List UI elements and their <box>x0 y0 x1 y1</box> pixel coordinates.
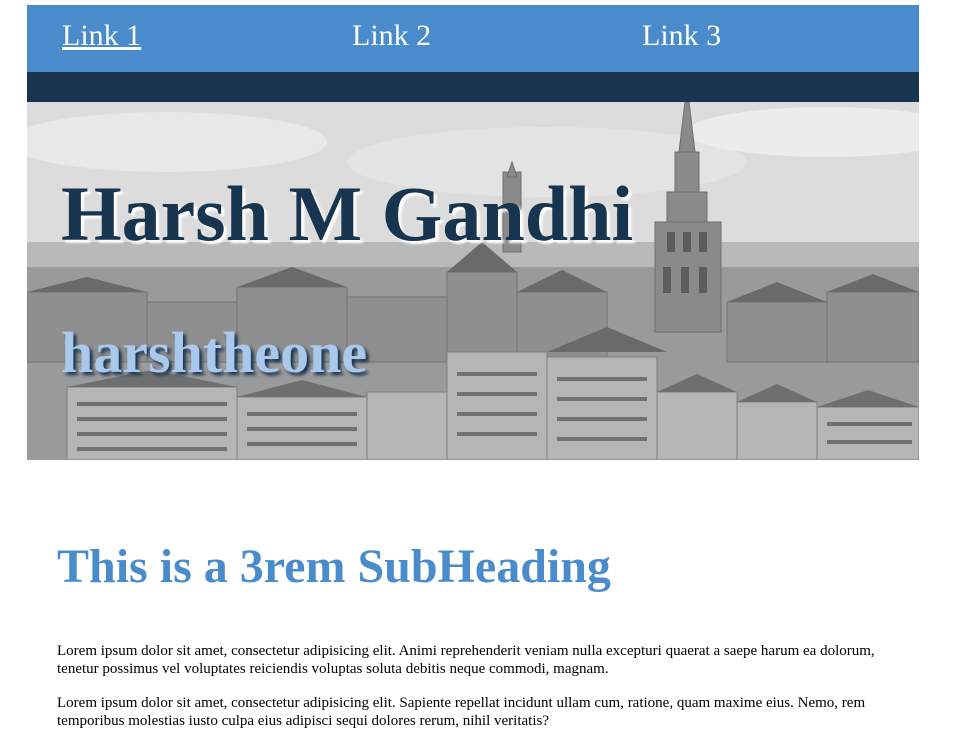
nav-underbar <box>27 72 919 102</box>
page-header: Link 1 Link 2 Link 3 Harsh M Gandhi hars… <box>27 5 919 460</box>
hero-subtitle: harshtheone <box>61 320 368 385</box>
nav-link-1[interactable]: Link 1 <box>62 21 141 51</box>
city-skyline-image <box>27 102 919 460</box>
hero-title: Harsh M Gandhi <box>61 170 634 257</box>
body-paragraph-2: Lorem ipsum dolor sit amet, consectetur … <box>57 695 866 729</box>
hero-banner: Harsh M Gandhi harshtheone <box>27 102 919 460</box>
nav-link-3[interactable]: Link 3 <box>642 21 721 51</box>
body-paragraph-1: Lorem ipsum dolor sit amet, consectetur … <box>57 643 875 677</box>
top-navigation: Link 1 Link 2 Link 3 <box>27 5 919 72</box>
nav-link-2[interactable]: Link 2 <box>352 21 431 51</box>
section-subheading: This is a 3rem SubHeading <box>57 540 611 593</box>
